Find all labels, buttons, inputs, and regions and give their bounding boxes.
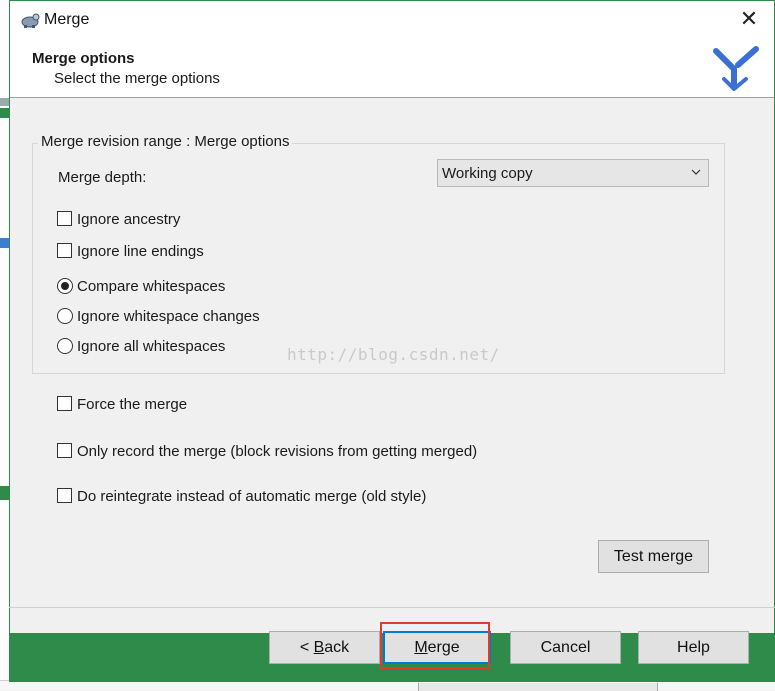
merge-depth-select[interactable]: Working copy	[437, 159, 709, 187]
force-merge-checkbox[interactable]	[57, 396, 72, 411]
footer-separator	[9, 607, 775, 608]
ignore-all-whitespaces-label: Ignore all whitespaces	[77, 338, 226, 355]
chevron-down-icon	[691, 169, 701, 175]
merge-logo-icon	[713, 46, 759, 91]
back-prefix: <	[299, 639, 314, 656]
watermark-text: http://blog.csdn.net/	[287, 345, 500, 364]
ignore-whitespace-changes-label: Ignore whitespace changes	[77, 308, 260, 325]
header-subtitle: Select the merge options	[54, 70, 220, 87]
background-blue-mark	[0, 238, 9, 248]
wizard-header: Merge options Select the merge options	[10, 39, 774, 98]
merge-depth-label: Merge depth:	[58, 169, 147, 186]
test-merge-button[interactable]: Test merge	[598, 540, 709, 573]
close-button[interactable]: ✕	[736, 6, 762, 32]
tortoise-icon	[21, 13, 40, 28]
help-button[interactable]: Help	[638, 631, 749, 664]
ignore-line-endings-label: Ignore line endings	[77, 243, 204, 260]
header-title: Merge options	[32, 50, 135, 67]
window-title: Merge	[44, 11, 90, 28]
cancel-button[interactable]: Cancel	[510, 631, 621, 664]
ignore-whitespace-changes-radio[interactable]	[57, 308, 73, 324]
compare-whitespaces-label: Compare whitespaces	[77, 278, 226, 295]
reintegrate-checkbox[interactable]	[57, 488, 72, 503]
ignore-line-endings-checkbox[interactable]	[57, 243, 72, 258]
background-green-mark	[0, 108, 9, 118]
ignore-ancestry-label: Ignore ancestry	[77, 211, 181, 228]
record-only-label: Only record the merge (block revisions f…	[77, 443, 478, 460]
reintegrate-label: Do reintegrate instead of automatic merg…	[77, 488, 427, 505]
ignore-all-whitespaces-radio[interactable]	[57, 338, 73, 354]
merge-depth-value: Working copy	[442, 165, 533, 182]
ignore-ancestry-checkbox[interactable]	[57, 211, 72, 226]
compare-whitespaces-radio[interactable]	[57, 278, 73, 294]
back-accesskey: B	[313, 639, 325, 656]
back-button[interactable]: < Back	[269, 631, 380, 664]
record-only-checkbox[interactable]	[57, 443, 72, 458]
title-bar: Merge ✕	[10, 1, 774, 39]
background-toolbar-mark	[0, 98, 9, 106]
merge-highlight-box	[380, 622, 490, 669]
force-merge-label: Force the merge	[77, 396, 188, 413]
group-title: Merge revision range : Merge options	[38, 133, 293, 150]
back-label-rest: ack	[324, 639, 350, 656]
close-icon: ✕	[739, 6, 759, 31]
background-green-mark-2	[0, 486, 9, 500]
